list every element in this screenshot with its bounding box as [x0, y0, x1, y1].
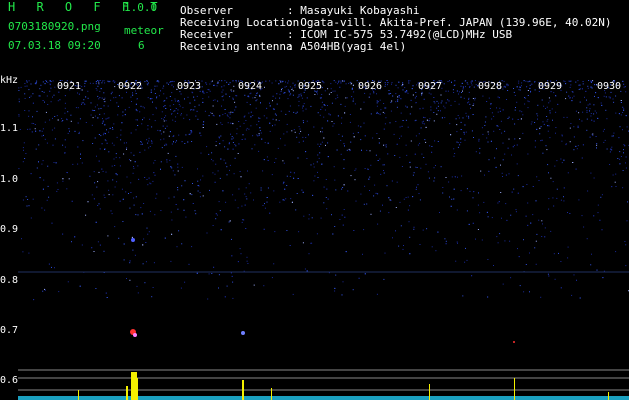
meteor-echo: [133, 333, 137, 337]
spectrogram-plot: [18, 80, 629, 400]
x-tick-label: 0930: [597, 81, 622, 92]
y-unit-label: kHz: [0, 75, 19, 86]
x-tick-label: 0927: [418, 81, 443, 92]
y-tick-label: 1.0: [0, 174, 19, 185]
x-tick-label: 0923: [177, 81, 202, 92]
meteor-count: 6: [138, 39, 145, 52]
y-tick-label: 0.6: [0, 375, 19, 386]
x-tick-label: 0929: [538, 81, 563, 92]
x-tick-label: 0924: [238, 81, 263, 92]
file-name: 0703180920.png: [8, 20, 101, 33]
x-tick-label: 0926: [358, 81, 383, 92]
antenna-value: : A504HB(yagi 4el): [287, 40, 407, 53]
x-tick-label: 0928: [478, 81, 503, 92]
meteor-echo: [513, 341, 515, 343]
y-tick-label: 0.9: [0, 224, 19, 235]
meteor-echo: [131, 238, 135, 242]
x-tick-label: 0921: [57, 81, 82, 92]
x-tick-label: 0925: [298, 81, 323, 92]
date-time: 07.03.18 09:20: [8, 39, 101, 52]
plot-background: [18, 80, 629, 400]
antenna-label: Receiving antenna: [180, 40, 293, 53]
y-tick-label: 0.7: [0, 325, 19, 336]
y-tick-label: 1.1: [0, 123, 19, 134]
header-panel: H R O F F T 1.0.0 0703180920.png meteor …: [0, 0, 629, 80]
app-version: 1.0.0: [124, 1, 158, 14]
meteor-echo: [241, 331, 245, 335]
y-tick-label: 0.8: [0, 275, 19, 286]
meteor-label: meteor: [124, 24, 164, 37]
x-tick-label: 0922: [118, 81, 143, 92]
